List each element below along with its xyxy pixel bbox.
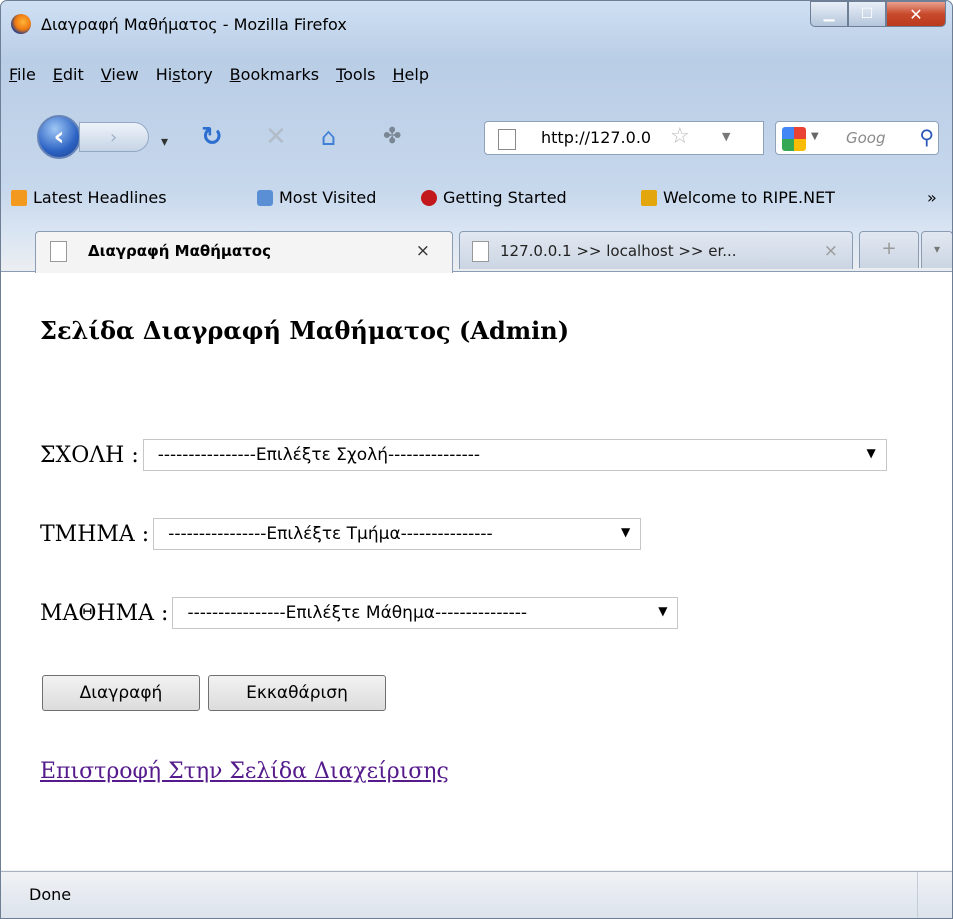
department-select[interactable]: ----------------Επιλέξτε Τμήμα----------… <box>153 518 642 550</box>
title-bar: Διαγραφή Μαθήματος - Mozilla Firefox ▁ ☐… <box>1 1 952 45</box>
ripe-icon <box>641 189 657 206</box>
menu-edit[interactable]: Edit <box>53 65 84 89</box>
chevron-down-icon: ▼ <box>620 525 631 539</box>
tab-label: Διαγραφή Μαθήματος <box>88 242 271 260</box>
school-row: ΣΧΟΛΗ : ----------------Επιλέξτε Σχολή--… <box>40 439 887 471</box>
tab-strip: Διαγραφή Μαθήματος × 127.0.0.1 >> localh… <box>1 229 952 273</box>
stop-icon[interactable]: ✕ <box>265 122 287 152</box>
browser-window: Διαγραφή Μαθήματος - Mozilla Firefox ▁ ☐… <box>0 0 953 919</box>
page-heading: Σελίδα Διαγραφή Μαθήματος (Admin) <box>40 316 570 345</box>
school-label: ΣΧΟΛΗ : <box>40 442 139 468</box>
menu-help[interactable]: Help <box>393 65 429 89</box>
course-label: ΜΑΘΗΜΑ : <box>40 600 169 626</box>
bookmark-star-icon[interactable]: ☆ <box>670 124 690 149</box>
back-arrow-icon: ‹ <box>53 122 65 152</box>
school-select[interactable]: ----------------Επιλέξτε Σχολή----------… <box>142 439 887 471</box>
page-icon <box>472 241 489 262</box>
chevron-down-icon: ▾ <box>933 242 941 256</box>
delete-button[interactable]: Διαγραφή <box>42 675 200 711</box>
firefox-icon <box>11 14 31 34</box>
search-icon[interactable]: ⚲ <box>919 125 934 149</box>
plus-icon: + <box>881 238 897 259</box>
status-text: Done <box>29 885 72 904</box>
close-icon: ✕ <box>909 4 923 24</box>
tab-label: 127.0.0.1 >> localhost >> er... <box>500 242 737 260</box>
course-select-value: ----------------Επιλέξτε Μάθημα---------… <box>187 603 527 623</box>
department-row: ΤΜΗΜΑ : ----------------Επιλέξτε Τμήμα--… <box>40 518 642 550</box>
page-icon <box>498 129 516 150</box>
back-button[interactable]: ‹ <box>37 115 81 159</box>
department-label: ΤΜΗΜΑ : <box>40 521 150 547</box>
close-tab-icon[interactable]: × <box>824 241 838 261</box>
minimize-icon: ▁ <box>823 6 835 22</box>
maximize-button[interactable]: ☐ <box>848 1 886 27</box>
forward-arrow-icon: › <box>110 126 118 148</box>
resize-grip-icon[interactable] <box>917 872 952 918</box>
page-icon <box>50 241 67 262</box>
menu-bookmarks[interactable]: Bookmarks <box>230 65 319 89</box>
address-bar[interactable]: http://127.0.0 ☆ ▼ <box>484 121 764 155</box>
bookmark-latest-headlines[interactable]: Latest Headlines <box>11 188 167 207</box>
chevron-down-icon: ▼ <box>866 446 876 460</box>
reload-icon[interactable]: ↻ <box>201 122 223 152</box>
school-select-value: ----------------Επιλέξτε Σχολή----------… <box>157 445 480 465</box>
menu-history[interactable]: History <box>156 65 213 89</box>
department-select-value: ----------------Επιλέξτε Τμήμα----------… <box>168 524 493 544</box>
menu-file[interactable]: File <box>9 65 36 89</box>
forward-button[interactable]: › <box>79 122 149 152</box>
bookmarks-toolbar: Latest Headlines Most Visited Getting St… <box>1 183 952 213</box>
close-window-button[interactable]: ✕ <box>886 1 946 27</box>
url-dropdown-icon[interactable]: ▼ <box>722 130 730 143</box>
course-select[interactable]: ----------------Επιλέξτε Μάθημα---------… <box>172 597 679 629</box>
tab-active[interactable]: Διαγραφή Μαθήματος × <box>35 231 453 273</box>
bookmark-most-visited[interactable]: Most Visited <box>257 188 376 207</box>
search-bar[interactable]: ▼ Goog ⚲ <box>775 121 939 155</box>
bookmark-ripe[interactable]: Welcome to RIPE.NET <box>641 188 835 207</box>
back-to-admin-link[interactable]: Επιστροφή Στην Σελίδα Διαχείρισης <box>40 759 449 784</box>
most-visited-icon <box>257 189 273 206</box>
tab-list-button[interactable]: ▾ <box>921 231 952 268</box>
history-dropdown-icon[interactable]: ▾ <box>161 127 168 157</box>
menu-tools[interactable]: Tools <box>336 65 375 89</box>
course-row: ΜΑΘΗΜΑ : ----------------Επιλέξτε Μάθημα… <box>40 597 679 629</box>
search-placeholder: Goog <box>846 129 886 147</box>
url-text: http://127.0.0 <box>541 128 652 147</box>
status-bar: Done <box>1 871 952 918</box>
chevron-down-icon: ▼ <box>658 604 668 618</box>
bookmark-getting-started[interactable]: Getting Started <box>421 188 567 207</box>
addon-icon[interactable]: ✤ <box>383 122 401 152</box>
getting-started-icon <box>421 189 437 206</box>
home-icon[interactable]: ⌂ <box>321 122 336 152</box>
tab-inactive[interactable]: 127.0.0.1 >> localhost >> er... × <box>459 231 853 269</box>
window-controls: ▁ ☐ ✕ <box>810 1 946 27</box>
rss-icon <box>11 189 27 206</box>
bookmarks-overflow-chevron[interactable]: » <box>927 188 937 207</box>
google-icon[interactable] <box>782 127 806 151</box>
maximize-icon: ☐ <box>860 6 874 22</box>
new-tab-button[interactable]: + <box>859 231 919 268</box>
page-content: Σελίδα Διαγραφή Μαθήματος (Admin) ΣΧΟΛΗ … <box>1 272 952 870</box>
close-tab-icon[interactable]: × <box>416 241 430 261</box>
window-title: Διαγραφή Μαθήματος - Mozilla Firefox <box>41 15 347 34</box>
minimize-button[interactable]: ▁ <box>810 1 848 27</box>
clear-button[interactable]: Εκκαθάριση <box>208 675 386 711</box>
search-engine-dropdown-icon[interactable]: ▼ <box>811 131 819 142</box>
menu-bar: File Edit View History Bookmarks Tools H… <box>9 65 446 89</box>
menu-view[interactable]: View <box>101 65 139 89</box>
